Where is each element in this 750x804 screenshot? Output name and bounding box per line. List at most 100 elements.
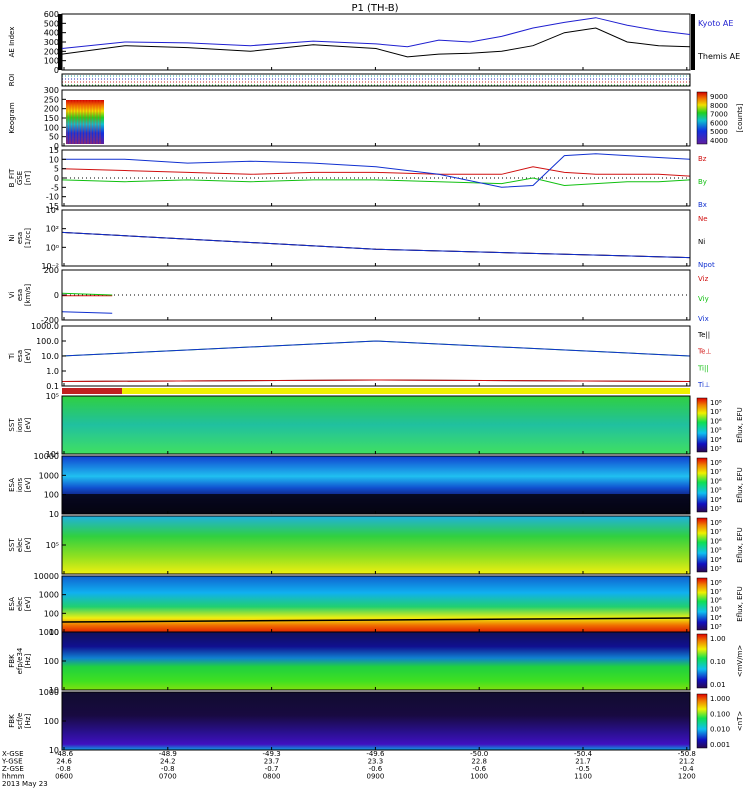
legend-velocity-1: Viy — [698, 295, 709, 303]
ylabel-fbk_e: [Hz] — [24, 654, 32, 669]
panel-frame-density — [61, 209, 691, 267]
bfield-tick-label: 15 — [49, 146, 59, 155]
colorbar-keogram — [696, 91, 708, 145]
colorbar-tick-esa_i: 10⁴ — [710, 496, 722, 504]
sst_e-tick-label: 10⁵ — [46, 541, 59, 550]
esa_i-tick-label: 10 — [49, 510, 59, 519]
velocity-series-1 — [61, 292, 113, 296]
ylabel-sst_e: [eV] — [24, 537, 32, 552]
ylabel-velocity: esa — [16, 289, 24, 301]
colorbar-tick-keogram: 5000 — [710, 128, 728, 136]
ylabel-sst_i: [eV] — [24, 417, 32, 432]
colorbar-tick-sst_e: 10⁴ — [710, 556, 722, 564]
ylabel-velocity: Vi — [8, 292, 16, 299]
xaxis-tick-label: 1000 — [470, 773, 488, 781]
colorbar-tick-esa_e: 10⁸ — [710, 579, 722, 587]
colorbar-tick-sst_i: 10⁷ — [710, 408, 722, 416]
keogram-tick-label: 250 — [44, 95, 59, 104]
legend-temp-2: Ti|| — [697, 364, 709, 372]
esa-ion-noise — [62, 494, 690, 514]
density-series-1 — [61, 231, 691, 259]
colorbar-label-sst_i: Eflux, EFU — [736, 407, 744, 442]
colorbar-esa_e — [696, 577, 708, 631]
density-tick-label: 10⁰ — [46, 243, 59, 252]
keogram-tick-label: 300 — [44, 86, 59, 95]
colorbar-tick-sst_e: 10³ — [710, 565, 722, 573]
ylabel-esa_e: [eV] — [24, 596, 32, 611]
legend-ae-1: Themis AE — [697, 52, 740, 61]
temp-tick-label: 1000.0 — [31, 322, 59, 331]
spectrogram-esa_e — [62, 576, 690, 632]
colorbar-tick-keogram: 7000 — [710, 111, 728, 119]
ae-tick-label: 600 — [44, 10, 59, 19]
colorbar-tick-esa_e: 10⁵ — [710, 605, 722, 613]
legend-density-2: Npot — [698, 261, 715, 269]
keogram-stripe — [78, 100, 80, 144]
spectrogram-fbk_e — [62, 632, 690, 690]
colorbar-tick-esa_e: 10⁷ — [710, 588, 722, 596]
panel-frame-bfield — [61, 149, 691, 207]
bfield-series-2 — [62, 153, 691, 188]
esa_i-tick-label: 1000 — [39, 471, 59, 480]
esa_i-tick-label: 100 — [44, 491, 59, 500]
keogram-stripe — [84, 100, 86, 144]
ylabel-sst_i: ions — [16, 417, 24, 432]
legend-bfield-1: By — [698, 178, 707, 186]
temp-series-1 — [61, 379, 691, 382]
panel-frame-keogram — [61, 89, 691, 147]
colorbar-label-fbk_b: <nT> — [736, 711, 744, 732]
plot-canvas: P1 (TH-B)6005004003002001000AE IndexKyot… — [1, 3, 744, 788]
ylabel-keogram: Keogram — [8, 102, 16, 133]
colorbar-label-sst_e: Eflux, EFU — [736, 527, 744, 562]
keogram-stripe — [99, 100, 101, 144]
keogram-stripe — [93, 100, 95, 144]
colorbar-tick-sst_i: 10⁵ — [710, 427, 722, 435]
colorbar-esa_i — [696, 457, 708, 513]
esa_i-tick-label: 10000 — [34, 452, 59, 461]
colorbar-tick-keogram: 6000 — [710, 119, 728, 127]
xaxis-tick-label: 0700 — [159, 773, 177, 781]
ylabel-density: [1/cc] — [24, 228, 32, 248]
legend-temp-1: Te⊥ — [697, 348, 712, 356]
panel-frame-roi — [61, 73, 691, 87]
bfield-tick-label: 5 — [54, 165, 59, 174]
legend-velocity-0: Viz — [698, 275, 709, 283]
colorbar-tick-sst_e: 10⁷ — [710, 528, 722, 536]
ylabel-esa_i: ESA — [8, 478, 16, 492]
colorbar-tick-esa_e: 10⁴ — [710, 614, 722, 622]
keogram-stripe — [81, 100, 83, 144]
colorbar-tick-esa_e: 10⁶ — [710, 597, 722, 605]
ae-tick-label: 200 — [44, 47, 59, 56]
fbk_e-tick-label: 100 — [44, 657, 59, 666]
colorbar-tick-sst_i: 10⁶ — [710, 417, 722, 425]
xaxis-tick-label: 1200 — [678, 773, 696, 781]
colorbar-tick-fbk_b: 0.100 — [710, 710, 730, 718]
legend-ae-0: Kyoto AE — [698, 19, 733, 28]
mode-bar — [62, 388, 690, 394]
keogram-tick-label: 200 — [44, 105, 59, 114]
colorbar-tick-sst_i: 10⁸ — [710, 399, 722, 407]
keogram-stripe — [90, 100, 92, 144]
ylabel-fbk_e: FBK — [8, 654, 16, 668]
spectrogram-sst_i — [62, 396, 690, 454]
bfield-tick-label: -5 — [51, 183, 59, 192]
temp-tick-label: 10.0 — [41, 352, 59, 361]
ylabel-density: esa — [16, 232, 24, 244]
ylabel-ae: AE Index — [8, 27, 16, 58]
colorbar-sst_i — [696, 397, 708, 453]
ylabel-temp: esa — [16, 350, 24, 362]
temp-series-2 — [61, 340, 691, 357]
esa_e-tick-label: 10000 — [34, 572, 59, 581]
temp-tick-label: 1.0 — [46, 367, 59, 376]
ylabel-fbk_b: scf/e — [16, 713, 24, 730]
density-series-0 — [61, 231, 691, 259]
ylabel-bfield: [nT] — [24, 171, 32, 185]
legend-temp-3: Ti⊥ — [697, 381, 710, 389]
ylabel-sst_e: SST — [8, 538, 16, 552]
colorbar-tick-sst_e: 10⁵ — [710, 547, 722, 555]
velocity-series-2 — [61, 311, 113, 314]
ylabel-temp: Ti — [8, 353, 16, 360]
bfield-tick-label: 10 — [49, 155, 59, 164]
colorbar-tick-sst_e: 10⁶ — [710, 537, 722, 545]
colorbar-label-keogram: [counts] — [736, 103, 744, 132]
